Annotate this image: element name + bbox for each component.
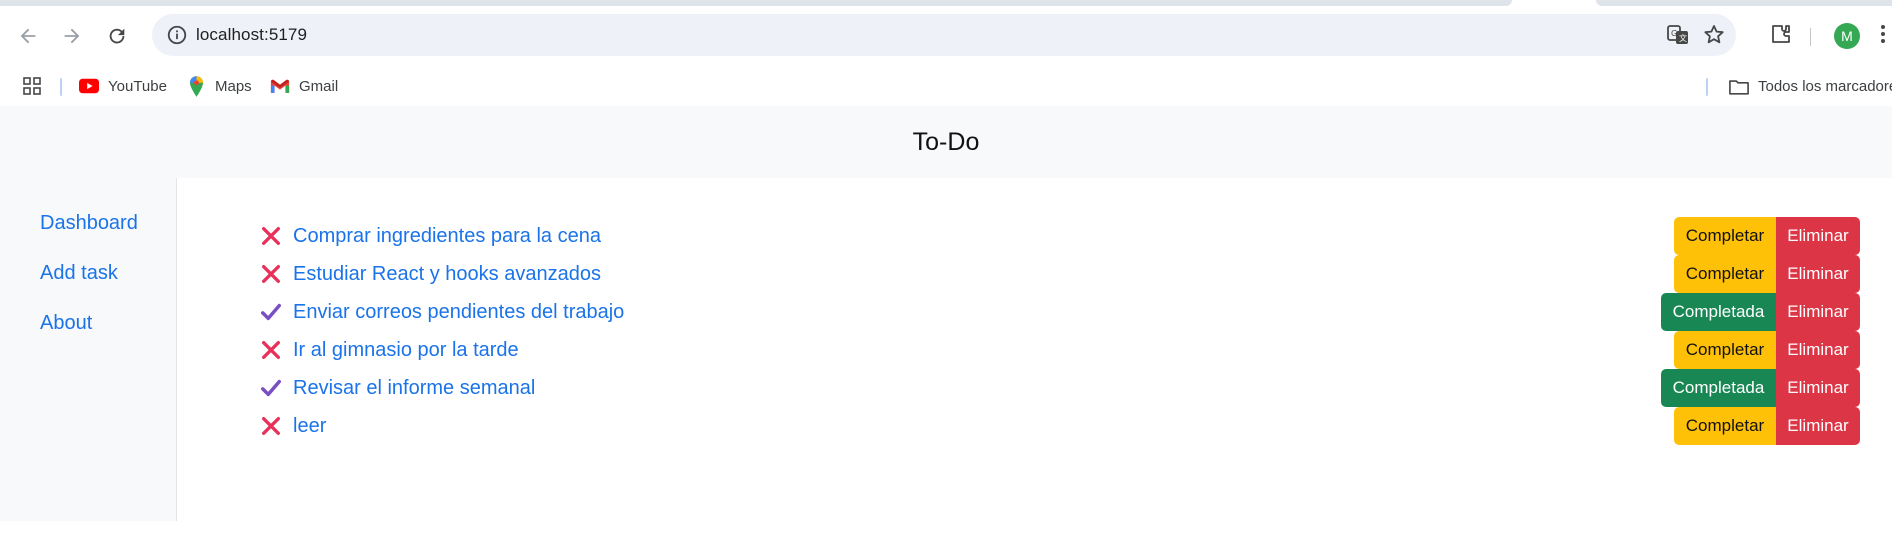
task-text[interactable]: Enviar correos pendientes del trabajo bbox=[293, 301, 624, 324]
site-info-icon[interactable] bbox=[166, 24, 188, 46]
task-actions: Completar Eliminar bbox=[1674, 217, 1860, 255]
more-vert-icon bbox=[1881, 25, 1885, 43]
address-bar[interactable]: localhost:5179 G 文 bbox=[152, 14, 1736, 56]
sidebar: Dashboard Add task About bbox=[0, 178, 177, 521]
task-item: leer bbox=[259, 407, 326, 445]
delete-button[interactable]: Eliminar bbox=[1776, 293, 1860, 331]
completed-button[interactable]: Completada bbox=[1661, 293, 1776, 331]
apps-grid-icon bbox=[23, 77, 41, 95]
delete-button[interactable]: Eliminar bbox=[1776, 369, 1860, 407]
all-bookmarks-button[interactable]: Todos los marcadores bbox=[1729, 66, 1892, 106]
task-actions: Completada Eliminar bbox=[1661, 293, 1860, 331]
task-actions: Completar Eliminar bbox=[1674, 331, 1860, 369]
task-list: Comprar ingredientes para la cena Comple… bbox=[177, 178, 1892, 521]
task-item: Estudiar React y hooks avanzados bbox=[259, 255, 601, 293]
nav-link-about[interactable]: About bbox=[40, 312, 92, 335]
extensions-button[interactable] bbox=[1767, 20, 1795, 48]
page-title: To-Do bbox=[912, 127, 980, 156]
task-text[interactable]: Revisar el informe semanal bbox=[293, 377, 535, 400]
bookmark-label: Maps bbox=[215, 77, 252, 95]
page-bottom bbox=[0, 521, 1892, 559]
bookmark-gmail[interactable]: Gmail bbox=[270, 66, 338, 106]
delete-button[interactable]: Eliminar bbox=[1776, 331, 1860, 369]
check-icon bbox=[259, 376, 283, 400]
gmail-icon bbox=[270, 76, 290, 96]
all-bookmarks-label: Todos los marcadores bbox=[1758, 77, 1892, 95]
task-item: Comprar ingredientes para la cena bbox=[259, 217, 601, 255]
bookmark-label: YouTube bbox=[108, 77, 167, 95]
bookmark-label: Gmail bbox=[299, 77, 339, 95]
task-text[interactable]: Estudiar React y hooks avanzados bbox=[293, 263, 601, 286]
task-actions: Completar Eliminar bbox=[1674, 407, 1860, 445]
browser-toolbar: localhost:5179 G 文 M bbox=[0, 6, 1892, 66]
forward-button[interactable] bbox=[56, 20, 88, 52]
complete-button[interactable]: Completar bbox=[1674, 331, 1776, 369]
bookmarks-separator-right bbox=[1706, 78, 1708, 96]
bookmark-youtube[interactable]: YouTube bbox=[79, 66, 167, 106]
reload-icon bbox=[109, 28, 125, 44]
folder-icon bbox=[1729, 76, 1749, 96]
delete-button[interactable]: Eliminar bbox=[1776, 407, 1860, 445]
toolbar-separator bbox=[1810, 28, 1811, 46]
translate-icon[interactable]: G 文 bbox=[1666, 23, 1690, 47]
bookmarks-bar: YouTube Maps Gmail Todos los marcadores bbox=[0, 66, 1892, 106]
task-actions: Completar Eliminar bbox=[1674, 255, 1860, 293]
cross-icon bbox=[259, 414, 283, 438]
menu-button[interactable] bbox=[1874, 20, 1892, 48]
task-item: Enviar correos pendientes del trabajo bbox=[259, 293, 624, 331]
task-text[interactable]: leer bbox=[293, 415, 326, 438]
profile-avatar[interactable]: M bbox=[1834, 23, 1860, 49]
arrow-right-icon bbox=[64, 28, 80, 44]
complete-button[interactable]: Completar bbox=[1674, 255, 1776, 293]
youtube-icon bbox=[79, 76, 99, 96]
task-text[interactable]: Comprar ingredientes para la cena bbox=[293, 225, 601, 248]
bookmark-maps[interactable]: Maps bbox=[186, 66, 252, 106]
svg-text:G: G bbox=[1671, 29, 1677, 38]
cross-icon bbox=[259, 224, 283, 248]
bookmarks-separator bbox=[60, 78, 62, 96]
delete-button[interactable]: Eliminar bbox=[1776, 217, 1860, 255]
svg-text:文: 文 bbox=[1679, 33, 1687, 43]
task-item: Ir al gimnasio por la tarde bbox=[259, 331, 519, 369]
bookmark-star-icon[interactable] bbox=[1702, 23, 1726, 47]
reload-button[interactable] bbox=[101, 20, 133, 52]
puzzle-icon bbox=[1772, 25, 1790, 43]
delete-button[interactable]: Eliminar bbox=[1776, 255, 1860, 293]
arrow-left-icon bbox=[20, 28, 36, 44]
apps-button[interactable] bbox=[22, 66, 42, 106]
complete-button[interactable]: Completar bbox=[1674, 217, 1776, 255]
url-text[interactable]: localhost:5179 bbox=[196, 14, 307, 56]
nav-link-dashboard[interactable]: Dashboard bbox=[40, 212, 138, 235]
completed-button[interactable]: Completada bbox=[1661, 369, 1776, 407]
task-text[interactable]: Ir al gimnasio por la tarde bbox=[293, 339, 519, 362]
complete-button[interactable]: Completar bbox=[1674, 407, 1776, 445]
app-header: To-Do bbox=[0, 106, 1892, 178]
task-item: Revisar el informe semanal bbox=[259, 369, 535, 407]
cross-icon bbox=[259, 338, 283, 362]
task-actions: Completada Eliminar bbox=[1661, 369, 1860, 407]
cross-icon bbox=[259, 262, 283, 286]
check-icon bbox=[259, 300, 283, 324]
maps-icon bbox=[186, 75, 206, 97]
back-button[interactable] bbox=[12, 20, 44, 52]
nav-link-add-task[interactable]: Add task bbox=[40, 262, 118, 285]
